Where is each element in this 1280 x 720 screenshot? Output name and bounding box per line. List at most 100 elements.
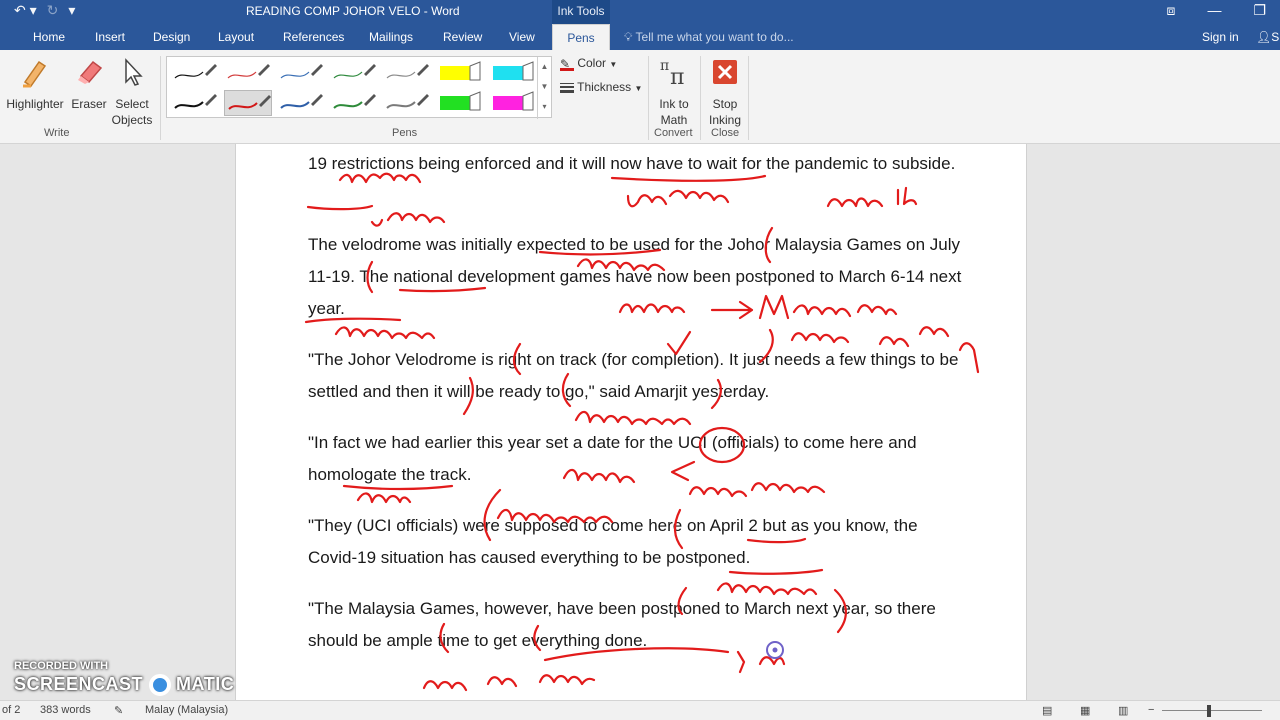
pen-swatch[interactable] — [171, 90, 219, 116]
word-count[interactable]: 383 words — [40, 704, 91, 716]
paragraph-6[interactable]: "The Malaysia Games, however, have been … — [308, 593, 968, 657]
pen-swatch[interactable] — [171, 60, 219, 86]
thickness-label: Thickness — [577, 80, 632, 94]
tell-me-text: Tell me what you want to do... — [635, 30, 794, 44]
gallery-more-icon[interactable]: ▾ — [538, 97, 551, 117]
svg-text:π: π — [670, 65, 684, 88]
print-layout-icon[interactable]: ▦ — [1080, 704, 1090, 717]
write-group-label: Write — [44, 127, 70, 139]
highlighter-button[interactable]: Highlighter — [4, 56, 66, 112]
pen-swatch[interactable] — [436, 60, 484, 86]
pen-swatch[interactable] — [330, 60, 378, 86]
watermark-line-1: RECORDED WITH — [14, 660, 109, 672]
lightbulb-icon: 💡︎ — [624, 30, 633, 44]
pen-swatch[interactable] — [277, 60, 325, 86]
paragraph-1[interactable]: 19 restrictions being enforced and it wi… — [308, 148, 968, 180]
paragraph-4[interactable]: "In fact we had earlier this year set a … — [308, 427, 968, 491]
ink-to-math-label-2: Math — [660, 113, 688, 127]
pen-swatch[interactable] — [383, 90, 431, 116]
quick-access-toolbar: ↶ ▾ ↻ ▾ — [14, 2, 75, 19]
pen-swatch[interactable] — [489, 60, 537, 86]
select-objects-button[interactable]: Select Objects — [110, 56, 154, 128]
pen-swatch[interactable] — [330, 90, 378, 116]
status-bar: of 2 383 words ✎ Malay (Malaysia) ▤ ▦ ▥ … — [0, 700, 1280, 720]
thickness-icon — [560, 81, 574, 95]
paragraph-5[interactable]: "They (UCI officials) were supposed to c… — [308, 510, 968, 574]
thickness-dropdown[interactable]: Thickness ▼ — [560, 80, 642, 95]
screencast-watermark: RECORDED WITH SCREENCAST MATIC — [14, 660, 235, 697]
minimize-icon[interactable]: — — [1207, 2, 1221, 19]
tab-design[interactable]: Design — [143, 24, 200, 50]
pen-swatch[interactable] — [436, 90, 484, 116]
tab-pens[interactable]: Pens — [552, 24, 610, 50]
pens-gallery[interactable]: ▲ ▼ ▾ — [166, 56, 552, 119]
document-title: READING COMP JOHOR VELO - Word — [246, 4, 460, 18]
undo-icon[interactable]: ↶ ▾ — [14, 2, 37, 19]
close-group-label: Close — [711, 127, 740, 139]
group-divider — [160, 56, 161, 140]
gallery-up-icon[interactable]: ▲ — [538, 57, 551, 77]
zoom-slider-thumb[interactable] — [1207, 705, 1211, 717]
gallery-scroll[interactable]: ▲ ▼ ▾ — [537, 57, 551, 119]
window-controls: ⧈ — ❐ — [1167, 2, 1266, 19]
tab-review[interactable]: Review — [433, 24, 492, 50]
zoom-out-icon[interactable]: − — [1148, 704, 1154, 716]
group-divider — [648, 56, 649, 140]
redo-icon[interactable]: ↻ — [47, 2, 59, 19]
paragraph-3[interactable]: "The Johor Velodrome is right on track (… — [308, 344, 968, 408]
group-divider — [700, 56, 701, 140]
tab-layout[interactable]: Layout — [208, 24, 264, 50]
proofing-icon[interactable]: ✎ — [114, 704, 123, 717]
page-count[interactable]: of 2 — [2, 704, 20, 716]
customize-qat-icon[interactable]: ▾ — [68, 2, 75, 19]
color-dropdown[interactable]: ✎ Color ▼ — [560, 56, 617, 71]
eraser-icon — [78, 60, 103, 84]
gallery-down-icon[interactable]: ▼ — [538, 77, 551, 97]
pen-swatch[interactable] — [224, 60, 272, 86]
pen-swatch[interactable] — [489, 90, 537, 116]
eraser-label: Eraser — [71, 97, 107, 111]
watermark-line-3: MATIC — [176, 674, 235, 694]
tab-insert[interactable]: Insert — [85, 24, 135, 50]
document-area[interactable]: 19 restrictions being enforced and it wi… — [0, 144, 1280, 700]
restore-icon[interactable]: ❐ — [1253, 2, 1266, 19]
tab-view[interactable]: View — [499, 24, 545, 50]
eraser-button[interactable]: Eraser — [68, 56, 110, 112]
stop-inking-button[interactable]: Stop Inking — [704, 56, 746, 128]
pen-swatch[interactable] — [277, 90, 325, 116]
web-layout-icon[interactable]: ▥ — [1118, 704, 1128, 717]
select-objects-label-2: Objects — [111, 113, 153, 127]
ribbon-display-icon[interactable]: ⧈ — [1167, 2, 1176, 19]
zoom-slider[interactable] — [1162, 710, 1262, 711]
read-mode-icon[interactable]: ▤ — [1042, 704, 1052, 717]
ink-tools-context-tab: Ink Tools — [552, 0, 610, 24]
tab-home[interactable]: Home — [23, 24, 75, 50]
stop-inking-label-2: Inking — [708, 113, 742, 127]
close-icon — [713, 60, 737, 84]
screencast-logo-icon — [148, 674, 171, 697]
chevron-down-icon: ▼ — [634, 84, 643, 93]
pen-swatch[interactable] — [224, 90, 272, 116]
ink-to-math-button[interactable]: π π Ink to Math — [652, 56, 696, 128]
sign-in-link[interactable]: Sign in — [1202, 24, 1239, 50]
share-icon[interactable]: 👤︎S — [1256, 24, 1279, 50]
watermark-line-2: SCREENCAST — [14, 674, 144, 694]
pens-group-label: Pens — [392, 127, 418, 139]
tab-references[interactable]: References — [273, 24, 354, 50]
highlighter-icon — [23, 60, 47, 88]
svg-text:π: π — [660, 58, 669, 74]
pen-color-icon: ✎ — [560, 57, 574, 71]
language-indicator[interactable]: Malay (Malaysia) — [145, 704, 228, 716]
color-label: Color — [577, 56, 607, 70]
title-bar: ↶ ▾ ↻ ▾ READING COMP JOHOR VELO - Word I… — [0, 0, 1280, 24]
pi-math-icon: π π — [660, 58, 684, 90]
ribbon-tabs: Home Insert Design Layout References Mai… — [0, 24, 1280, 50]
document-page[interactable]: 19 restrictions being enforced and it wi… — [235, 144, 1027, 700]
select-objects-label-1: Select — [115, 97, 149, 111]
chevron-down-icon: ▼ — [609, 60, 618, 69]
group-divider — [748, 56, 749, 140]
tab-mailings[interactable]: Mailings — [359, 24, 423, 50]
paragraph-2[interactable]: The velodrome was initially expected to … — [308, 229, 968, 325]
tell-me-search[interactable]: 💡︎ Tell me what you want to do... — [624, 24, 794, 50]
pen-swatch[interactable] — [383, 60, 431, 86]
